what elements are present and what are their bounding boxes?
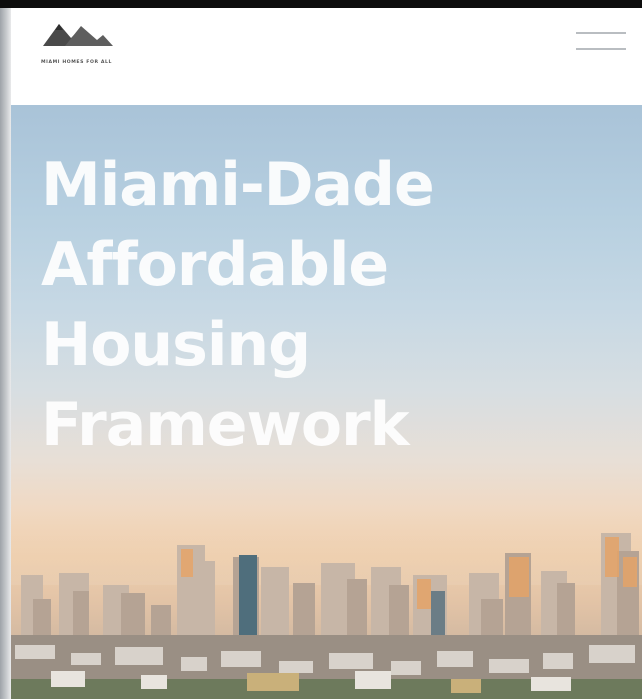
logo-text: MIAMI HOMES FOR ALL: [41, 60, 113, 65]
left-edge-strip: [0, 8, 11, 699]
hero-title-line: Affordable: [41, 230, 389, 300]
hamburger-menu-icon: [576, 48, 626, 50]
hamburger-menu-icon: [576, 32, 626, 34]
hero-title-line: Housing: [41, 310, 311, 380]
site-logo[interactable]: MIAMI HOMES FOR ALL: [41, 20, 131, 66]
hero-title-line: Framework: [41, 390, 410, 460]
hero-title-line: Miami-Dade: [41, 150, 435, 220]
top-bar: [0, 0, 642, 8]
site-header: MIAMI HOMES FOR ALL: [11, 8, 642, 105]
hero-section: Miami-Dade Affordable Housing Framework: [11, 105, 642, 699]
mountain-roof-logo-icon: [43, 24, 113, 46]
hamburger-menu-button[interactable]: [576, 26, 626, 54]
hero-title: Miami-Dade Affordable Housing Framework: [41, 145, 435, 465]
